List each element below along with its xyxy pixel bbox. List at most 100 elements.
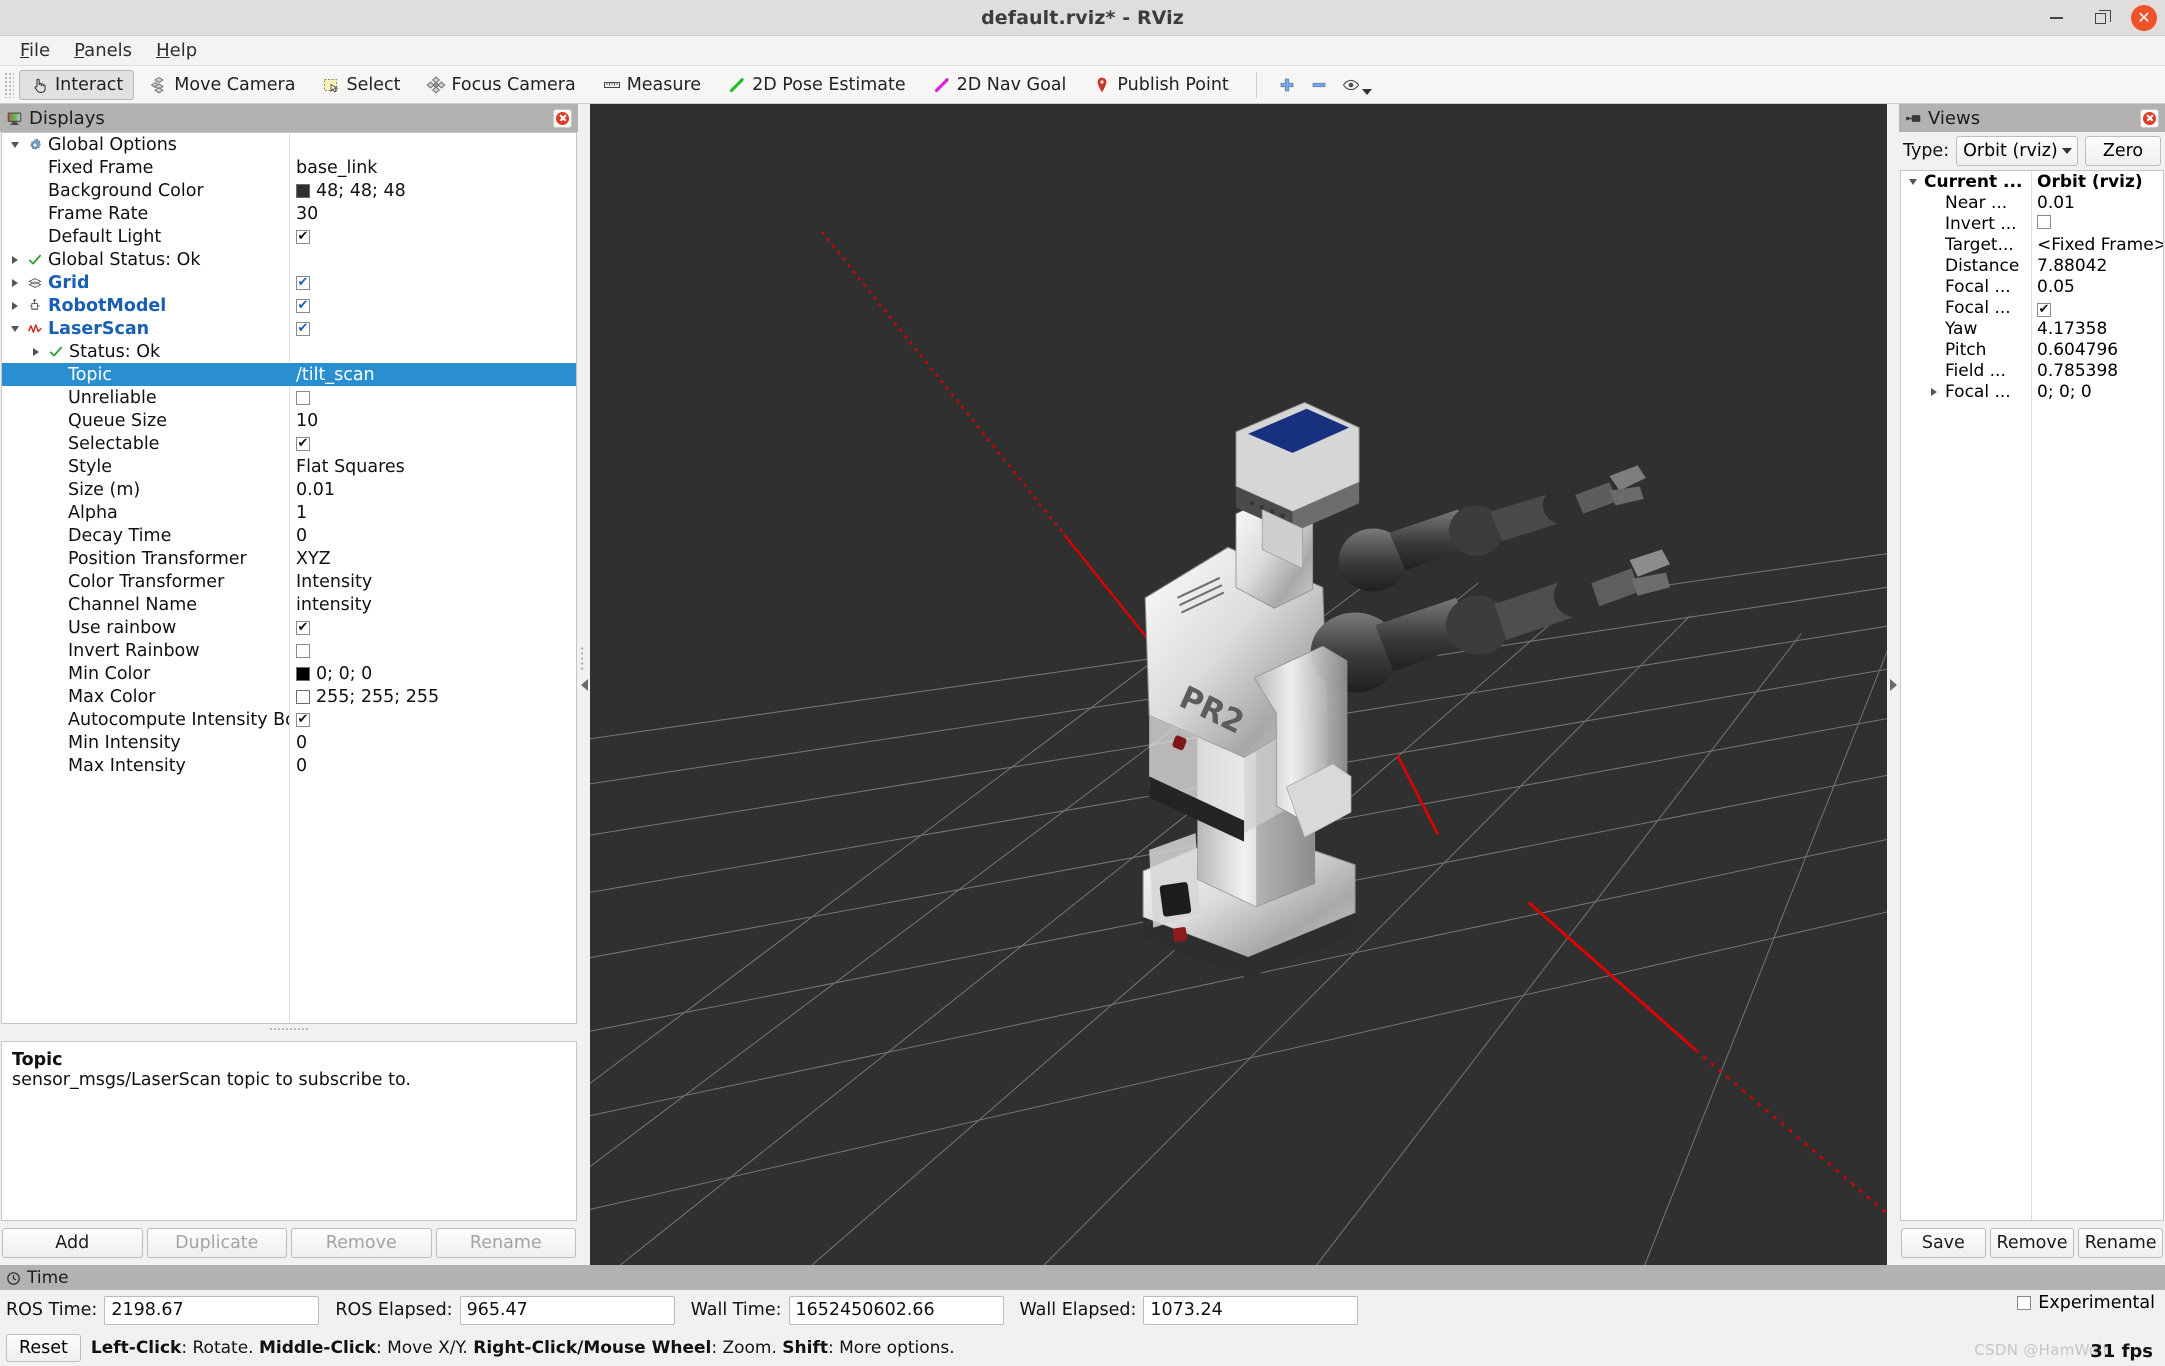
row-checkbox[interactable] [296, 643, 310, 658]
color-swatch[interactable] [296, 666, 310, 681]
display-row-autocompute-intensity-bo[interactable]: Autocompute Intensity Bo... [2, 708, 576, 731]
display-row-unreliable[interactable]: Unreliable [2, 386, 576, 409]
display-row-frame-rate[interactable]: Frame Rate 30 [2, 202, 576, 225]
row-checkbox[interactable] [296, 620, 310, 635]
view-row-value-cell[interactable]: <Fixed Frame> [2031, 235, 2163, 255]
display-row-size-m[interactable]: Size (m) 0.01 [2, 478, 576, 501]
row-value-cell[interactable] [289, 229, 576, 244]
row-checkbox[interactable] [296, 390, 310, 405]
row-value-cell[interactable]: 0 [289, 733, 576, 753]
row-value-cell[interactable]: 30 [289, 204, 576, 224]
tool-measure[interactable]: Measure [591, 70, 712, 100]
view-row-value-cell[interactable] [2031, 214, 2163, 234]
view-row-value-cell[interactable]: 0; 0; 0 [2031, 382, 2163, 402]
display-row-topic[interactable]: Topic/tilt_scan [2, 363, 576, 386]
twisty-down-icon[interactable] [1906, 175, 1920, 189]
menu-panels[interactable]: Panels [64, 37, 142, 64]
row-checkbox[interactable] [296, 229, 310, 244]
display-row-default-light[interactable]: Default Light [2, 225, 576, 248]
view-row-value-cell[interactable]: 4.17358 [2031, 319, 2163, 339]
toolbar-remove-tool-button[interactable] [1303, 73, 1335, 97]
display-row-style[interactable]: Style Flat Squares [2, 455, 576, 478]
row-value-cell[interactable]: 10 [289, 411, 576, 431]
tool-publish-point[interactable]: Publish Point [1081, 70, 1239, 100]
display-row-fixed-frame[interactable]: Fixed Frame base_link [2, 156, 576, 179]
zero-button[interactable]: Zero [2085, 136, 2161, 166]
display-row-min-color[interactable]: Min Color 0; 0; 0 [2, 662, 576, 685]
save-view-button[interactable]: Save [1901, 1228, 1986, 1258]
view-row-yaw[interactable]: Yaw 4.17358 [1901, 318, 2163, 339]
rename-button[interactable]: Rename [435, 1228, 576, 1258]
twisty-down-icon[interactable] [8, 138, 22, 152]
display-row-min-intensity[interactable]: Min Intensity 0 [2, 731, 576, 754]
add-button[interactable]: Add [2, 1228, 143, 1258]
row-value-cell[interactable] [289, 643, 576, 658]
twisty-down-icon[interactable] [8, 322, 22, 336]
twisty-right-icon[interactable] [8, 253, 22, 267]
view-row-pitch[interactable]: Pitch 0.604796 [1901, 339, 2163, 360]
display-row-color-transformer[interactable]: Color Transformer Intensity [2, 570, 576, 593]
row-value-cell[interactable]: Intensity [289, 572, 576, 592]
view-row-near[interactable]: Near ... 0.01 [1901, 192, 2163, 213]
remove-view-button[interactable]: Remove [1989, 1228, 2075, 1258]
display-row-max-color[interactable]: Max Color 255; 255; 255 [2, 685, 576, 708]
view-row-value-cell[interactable]: 0.785398 [2031, 361, 2163, 381]
row-value-cell[interactable] [289, 275, 576, 290]
displays-splitter[interactable] [0, 1024, 578, 1033]
display-row-selectable[interactable]: Selectable [2, 432, 576, 455]
view-row-checkbox[interactable] [2037, 302, 2051, 317]
display-row-decay-time[interactable]: Decay Time 0 [2, 524, 576, 547]
display-row-invert-rainbow[interactable]: Invert Rainbow [2, 639, 576, 662]
view-row-current[interactable]: Current ... Orbit (rviz) [1901, 171, 2163, 192]
displays-tree[interactable]: Global Options Fixed Frame base_link Backgr… [1, 132, 577, 1024]
view-row-invert[interactable]: Invert ... [1901, 213, 2163, 234]
tool-2d-nav-goal[interactable]: 2D Nav Goal [921, 70, 1078, 100]
display-row-grid[interactable]: Grid [2, 271, 576, 294]
view-row-checkbox[interactable] [2037, 214, 2051, 229]
display-row-global-status-ok[interactable]: Global Status: Ok [2, 248, 576, 271]
display-row-use-rainbow[interactable]: Use rainbow [2, 616, 576, 639]
render-view-3d[interactable]: PR2 [590, 104, 1887, 1265]
row-value-cell[interactable] [289, 620, 576, 635]
close-icon[interactable]: ✕ [2131, 5, 2157, 31]
displays-close-icon[interactable] [553, 108, 572, 128]
row-value-cell[interactable]: base_link [289, 158, 576, 178]
view-row-focal[interactable]: Focal ... 0; 0; 0 [1901, 381, 2163, 402]
row-value-cell[interactable]: 0 [289, 526, 576, 546]
row-value-cell[interactable]: 0 [289, 756, 576, 776]
views-type-combo[interactable]: Orbit (rviz) [1956, 136, 2078, 166]
view-row-value-cell[interactable]: 0.05 [2031, 277, 2163, 297]
views-tree[interactable]: Current ... Orbit (rviz) Near ... 0.01 Inver… [1900, 170, 2164, 1221]
display-row-alpha[interactable]: Alpha 1 [2, 501, 576, 524]
left-collapse-handle[interactable] [578, 104, 590, 1265]
time-field-input[interactable] [1143, 1295, 1359, 1325]
experimental-checkbox[interactable] [2017, 1296, 2032, 1310]
view-row-focal[interactable]: Focal ... 0.05 [1901, 276, 2163, 297]
display-row-max-intensity[interactable]: Max Intensity 0 [2, 754, 576, 777]
row-value-cell[interactable] [289, 436, 576, 451]
display-row-queue-size[interactable]: Queue Size 10 [2, 409, 576, 432]
view-row-field[interactable]: Field ... 0.785398 [1901, 360, 2163, 381]
display-row-global-options[interactable]: Global Options [2, 133, 576, 156]
twisty-right-icon[interactable] [1927, 385, 1941, 399]
view-row-value-cell[interactable]: 0.01 [2031, 193, 2163, 213]
view-row-value-cell[interactable]: Orbit (rviz) [2031, 172, 2163, 192]
tool-2d-pose-estimate[interactable]: 2D Pose Estimate [716, 70, 917, 100]
display-row-channel-name[interactable]: Channel Name intensity [2, 593, 576, 616]
display-row-status-ok[interactable]: Status: Ok [2, 340, 576, 363]
time-field-input[interactable] [459, 1295, 675, 1325]
reset-button[interactable]: Reset [6, 1334, 81, 1362]
tool-select[interactable]: Select [310, 70, 411, 100]
toolbar-add-tool-button[interactable] [1271, 73, 1303, 97]
row-value-cell[interactable]: 0; 0; 0 [289, 664, 576, 684]
twisty-right-icon[interactable] [8, 299, 22, 313]
row-value-cell[interactable]: 48; 48; 48 [289, 181, 576, 201]
toolbar-grip[interactable] [4, 71, 14, 98]
row-value-cell[interactable]: intensity [289, 595, 576, 615]
duplicate-button[interactable]: Duplicate [146, 1228, 287, 1258]
tool-move-camera[interactable]: Move Camera [138, 70, 306, 100]
time-field-input[interactable] [104, 1295, 320, 1325]
row-value-cell[interactable] [289, 321, 576, 336]
row-value-cell[interactable] [289, 390, 576, 405]
row-value-cell[interactable] [289, 712, 576, 727]
